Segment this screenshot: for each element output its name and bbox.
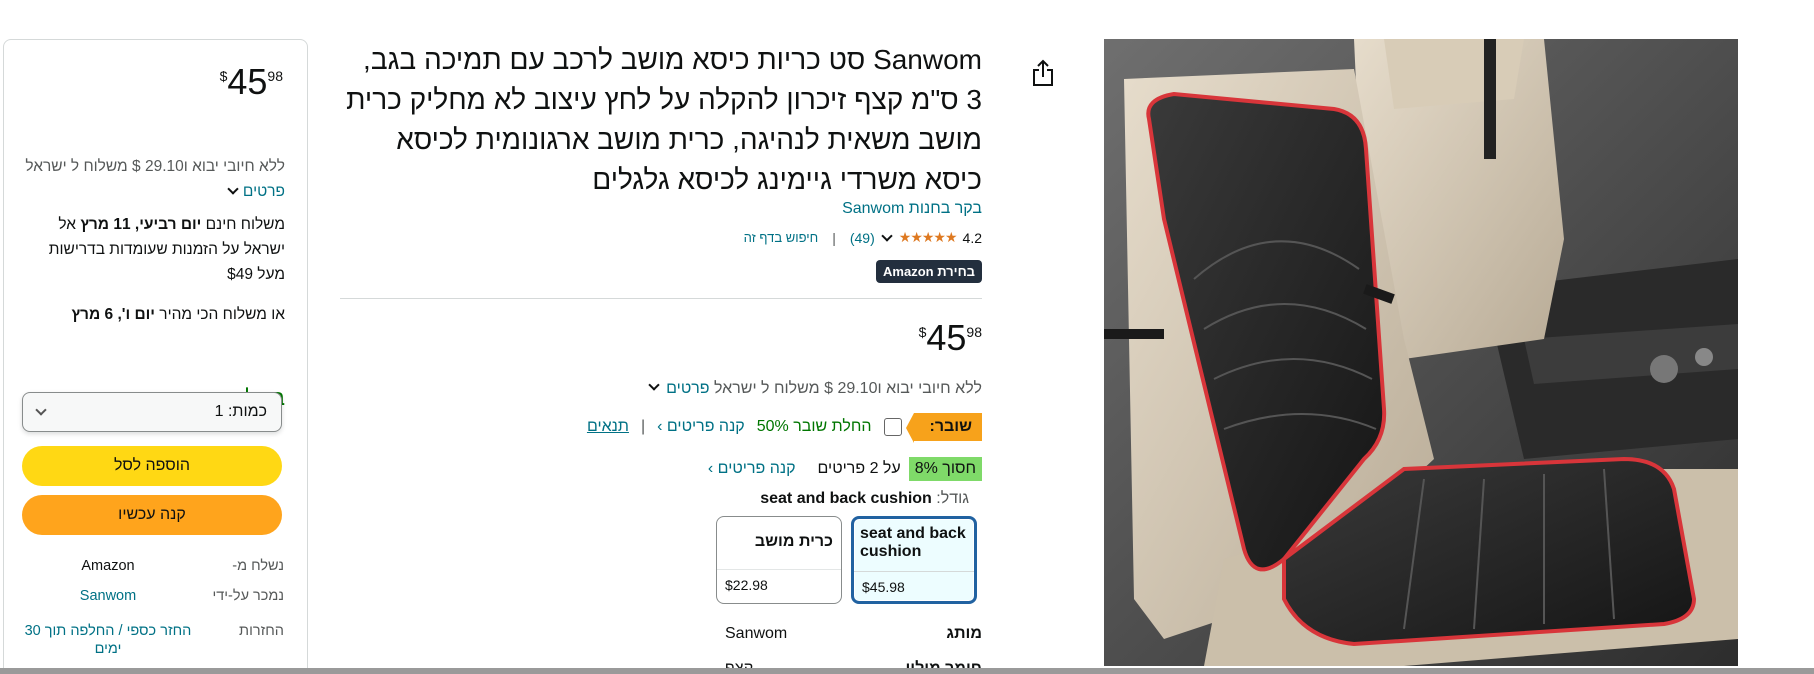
buybox-delivery: משלוח חינם יום רביעי, 11 מרץ אל ישראל על… (23, 212, 285, 287)
promo-row: חסוך 8% על 2 פריטים קנה פריטים › (708, 457, 982, 481)
price-fraction: 98 (966, 324, 982, 340)
price-whole: 45 (926, 317, 967, 358)
coupon-row: שובר: החלת שובר 50% קנה פריטים › | תנאים (587, 413, 982, 443)
buybox-fastest-delivery: או משלוח הכי מהיר יום ו', 6 מרץ (23, 302, 285, 327)
import-fee: ללא חיובי יבוא ו29.10 $ משלוח ל ישראל פר… (646, 379, 982, 398)
swatch-price: $22.98 (717, 569, 841, 600)
review-count[interactable]: (49) (850, 230, 875, 246)
fast-date: יום ו', 6 מרץ (71, 306, 155, 323)
separator: | (832, 229, 836, 246)
buy-now-button[interactable]: קנה עכשיו (22, 495, 282, 535)
save-badge: חסוך 8% (908, 457, 982, 481)
returns-label: החזרות (239, 623, 284, 639)
coupon-terms-link[interactable]: תנאים (587, 418, 629, 436)
delivery-pre: משלוח חינם (201, 216, 285, 233)
separator: | (640, 418, 646, 435)
import-fee-text: ללא חיובי יבוא ו29.10 $ משלוח ל ישראל (714, 380, 982, 397)
add-to-cart-button[interactable]: הוספה לסל (22, 446, 282, 486)
product-image[interactable] (1104, 39, 1738, 666)
brand-label: מותג (946, 625, 982, 642)
chevron-down-icon[interactable] (881, 229, 893, 242)
quantity-select[interactable]: כמות: 1 (22, 392, 282, 432)
price-symbol: $ (219, 68, 228, 84)
ships-from-row: נשלח מ- Amazon (22, 557, 284, 575)
sold-by-link[interactable]: Sanwom (22, 587, 194, 605)
returns-link[interactable]: החזר כספי / החלפה תוך 30 ימים (22, 622, 194, 658)
save-text: על 2 פריטים (817, 460, 901, 477)
size-label: גודל: (936, 490, 969, 507)
chevron-down-icon[interactable] (648, 379, 660, 391)
quantity-label: כמות: 1 (214, 403, 267, 420)
price-fraction: 98 (267, 68, 283, 84)
coupon-checkbox[interactable] (883, 418, 902, 436)
price-symbol: $ (918, 324, 927, 340)
coupon-buy-items-link[interactable]: קנה פריטים › (657, 418, 745, 436)
fast-pre: או משלוח הכי מהיר (154, 306, 285, 323)
star-rating-icon[interactable]: ★★★★★ (899, 229, 958, 246)
price-whole: 45 (227, 61, 268, 102)
rating-row: 4.2 ★★★★★ (49) | חיפוש בדף זה (744, 229, 982, 246)
swatch-name: כרית מושב (754, 533, 833, 550)
details-link[interactable]: פרטים (666, 380, 709, 397)
divider (340, 298, 982, 299)
details-link[interactable]: פרטים (243, 183, 285, 200)
chevron-down-icon (35, 404, 47, 416)
promo-buy-items-link[interactable]: קנה פריטים › (708, 460, 796, 478)
product-title: Sanwom סט כריות כיסא מושב לרכב עם תמיכה … (346, 44, 982, 195)
ships-from-value: Amazon (81, 558, 135, 574)
buybox-price: $ 45 98 (220, 62, 283, 102)
size-value: seat and back cushion (760, 490, 932, 507)
swatch-price: $45.98 (854, 571, 974, 602)
import-fee-text: ללא חיובי יבוא ו29.10 $ משלוח ל ישראל (25, 158, 285, 175)
rating-value: 4.2 (962, 229, 982, 246)
size-selector-label: גודל: seat and back cushion (760, 490, 969, 508)
brand-row: מותג Sanwom (725, 625, 982, 643)
amazon-choice-badge: בחירת Amazon (876, 260, 982, 283)
returns-row: החזרות החזר כספי / החלפה תוך 30 ימים (22, 622, 284, 658)
buy-box: $ 45 98 ללא חיובי יבוא ו29.10 $ משלוח ל … (3, 39, 308, 674)
delivery-date: יום רביעי, 11 מרץ (80, 216, 202, 233)
share-icon[interactable] (1031, 58, 1055, 88)
search-page-link[interactable]: חיפוש בדף זה (744, 230, 819, 245)
brand-value: Sanwom (725, 625, 788, 642)
coupon-apply[interactable]: החלת שובר 50% (757, 418, 872, 436)
size-option-seat-cushion[interactable]: כרית מושב $22.98 (716, 516, 842, 604)
coupon-label: שובר: (905, 413, 982, 443)
buybox-import-fee: ללא חיובי יבוא ו29.10 $ משלוח ל ישראל פר… (23, 154, 285, 204)
sold-by-row: נמכר על-ידי Sanwom (22, 587, 284, 605)
product-price: $ 45 98 (919, 318, 982, 358)
store-link[interactable]: בקר בחנות Sanwom (842, 200, 982, 218)
size-option-seat-and-back[interactable]: seat and back cushion $45.98 (851, 516, 977, 604)
horizontal-scrollbar[interactable] (0, 668, 1814, 674)
swatch-name: seat and back cushion (860, 525, 966, 560)
sold-by-label: נמכר על-ידי (212, 588, 284, 604)
ships-from-label: נשלח מ- (232, 558, 284, 574)
chevron-down-icon[interactable] (227, 183, 239, 195)
